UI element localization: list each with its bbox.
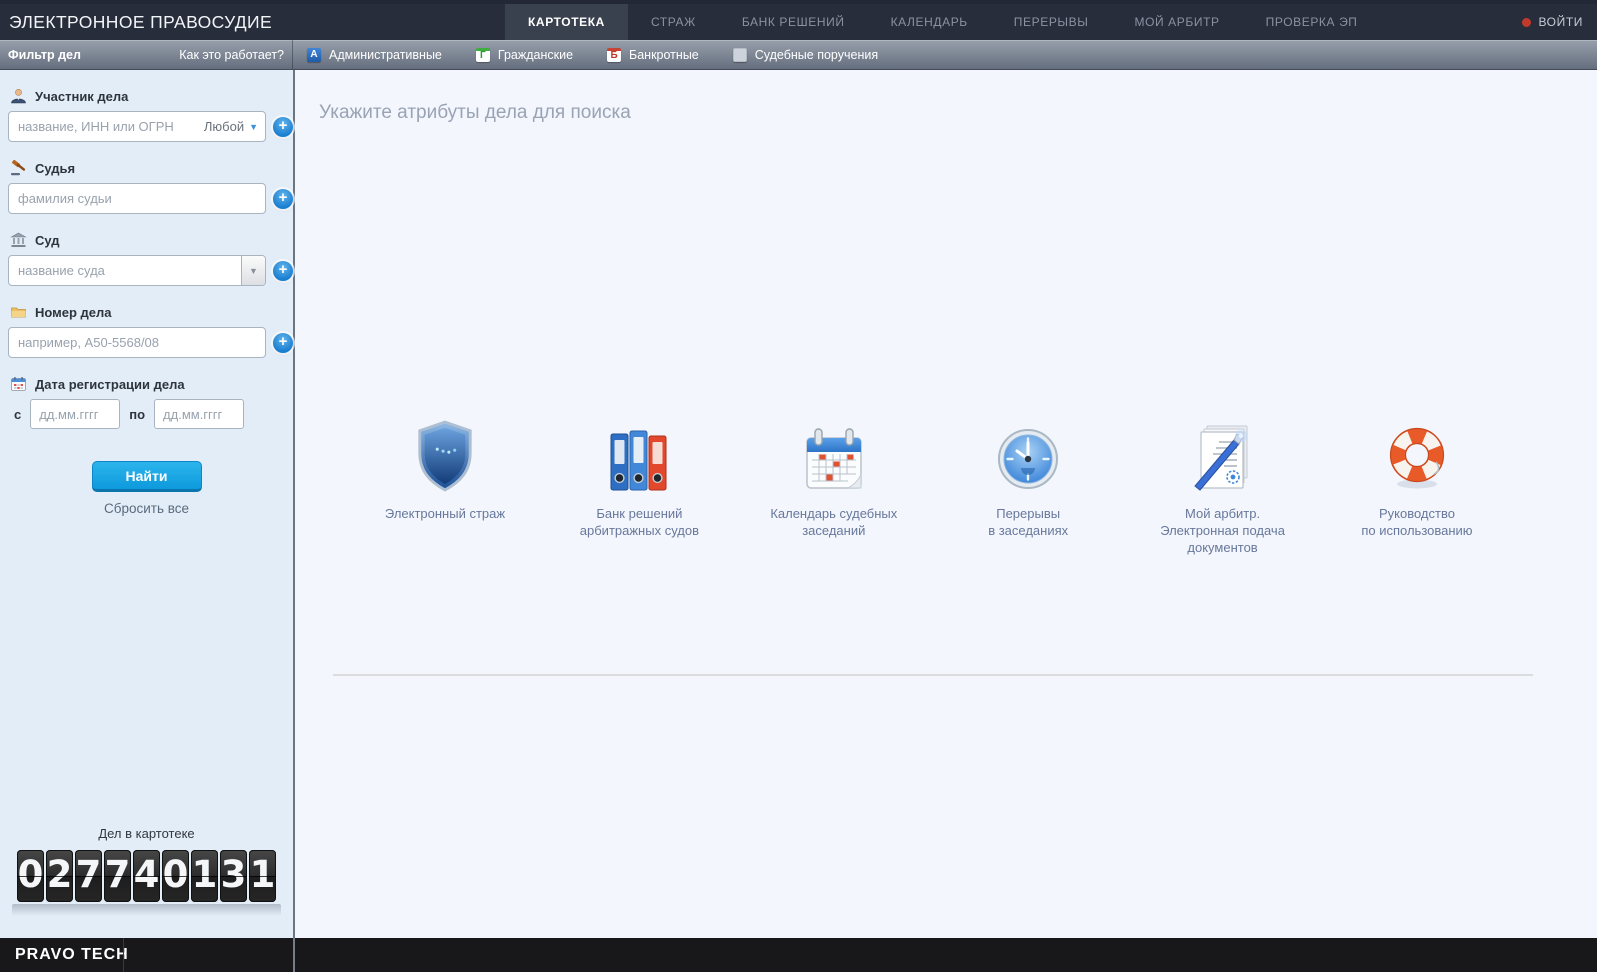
- lifebuoy-icon: [1384, 422, 1450, 492]
- shortcut-label: Банк решений арбитражных судов: [579, 506, 699, 539]
- binders-icon: [608, 422, 670, 492]
- case-counter-label: Дел в картотеке: [98, 826, 195, 841]
- counter-digit: 4: [133, 850, 160, 902]
- shortcut-hearings-calendar[interactable]: Календарь судебных заседаний: [744, 422, 924, 556]
- calendar-icon: [802, 422, 866, 492]
- filter-civil-label: Гражданские: [497, 47, 574, 62]
- add-judge-button[interactable]: +: [273, 188, 293, 209]
- case-number-input[interactable]: [8, 327, 266, 358]
- filter-bankruptcy-label: Банкротные: [629, 47, 699, 62]
- civil-badge-icon: Г: [475, 47, 490, 62]
- tab-kartoteka[interactable]: КАРТОТЕКА: [505, 4, 628, 40]
- shield-icon: [414, 420, 476, 492]
- login-status-dot: [1522, 17, 1532, 27]
- how-it-works-link[interactable]: Как это работает?: [179, 48, 284, 62]
- tab-bank-resheniy[interactable]: БАНК РЕШЕНИЙ: [719, 4, 868, 40]
- reset-all-link[interactable]: Сбросить все: [0, 501, 293, 516]
- case-number-field-label: Номер дела: [0, 296, 293, 327]
- login-button[interactable]: ВОЙТИ: [1538, 15, 1583, 29]
- top-navigation-bar: ЭЛЕКТРОННОЕ ПРАВОСУДИЕ КАРТОТЕКА СТРАЖ Б…: [0, 0, 1597, 40]
- filter-bar-left: Фильтр дел Как это работает?: [0, 40, 293, 69]
- counter-digit: 2: [46, 850, 73, 902]
- shortcut-user-guide[interactable]: Руководство по использованию: [1327, 422, 1507, 556]
- tab-kalendar[interactable]: КАЛЕНДАРЬ: [868, 4, 991, 40]
- filter-administrative[interactable]: А Административные: [307, 47, 442, 62]
- judge-gavel-icon: [11, 160, 26, 176]
- main-content: Укажите атрибуты дела для поиска Электро…: [295, 70, 1597, 938]
- filter-bar: Фильтр дел Как это работает? А Администр…: [0, 40, 1597, 70]
- case-folder-icon: [11, 307, 26, 318]
- participant-field-label: Участник дела: [0, 80, 293, 111]
- date-from-label: с: [14, 406, 22, 422]
- chevron-down-icon: ▼: [249, 121, 258, 132]
- counter-digit: 0: [17, 850, 44, 902]
- court-input[interactable]: [8, 255, 266, 286]
- counter-digit: 1: [191, 850, 218, 902]
- service-shortcuts: Электронный страж Банк решений арбитражн…: [295, 420, 1597, 556]
- counter-digit: 1: [249, 850, 276, 902]
- counter-digit: 7: [75, 850, 102, 902]
- court-dropdown-button[interactable]: ▼: [241, 256, 265, 285]
- courthouse-icon: [10, 232, 27, 247]
- court-orders-badge-icon: [732, 47, 747, 62]
- footer-bar: PRAVO TECH: [0, 938, 1597, 972]
- filter-court-orders-label: Судебные поручения: [754, 47, 879, 62]
- case-counter: 027740131: [0, 850, 293, 902]
- participant-type-dropdown[interactable]: Любой ▼: [204, 111, 258, 142]
- content-divider: [333, 674, 1533, 677]
- add-participant-button[interactable]: +: [273, 116, 293, 137]
- clock-icon: [995, 422, 1061, 492]
- document-pen-icon: [1191, 422, 1255, 492]
- tab-strazh[interactable]: СТРАЖ: [628, 4, 719, 40]
- footer-divider: [123, 938, 124, 972]
- shortcut-electronic-guard[interactable]: Электронный страж: [355, 420, 535, 556]
- footer-divider: [293, 938, 295, 972]
- login-area[interactable]: ВОЙТИ: [1522, 4, 1597, 40]
- tab-proverka-ep[interactable]: ПРОВЕРКА ЭП: [1243, 4, 1381, 40]
- reg-date-field-label: Дата регистрации дела: [0, 368, 293, 399]
- court-field-label: Суд: [0, 224, 293, 255]
- participant-icon: [11, 89, 26, 104]
- pravo-tech-logo: PRAVO TECH: [15, 946, 129, 963]
- counter-digit: 0: [162, 850, 189, 902]
- add-court-button[interactable]: +: [273, 260, 293, 281]
- case-filter-sidebar: Участник дела Любой ▼ + Судья: [0, 70, 295, 938]
- shortcut-label: Календарь судебных заседаний: [770, 506, 898, 539]
- case-counter-block: Дел в картотеке 027740131: [0, 826, 293, 938]
- shortcut-hearing-breaks[interactable]: Перерывы в заседаниях: [938, 422, 1118, 556]
- filter-bankruptcy[interactable]: Б Банкротные: [607, 47, 699, 62]
- date-from-input[interactable]: [30, 399, 121, 429]
- shortcut-label: Мой арбитр. Электронная подача документо…: [1160, 506, 1285, 556]
- shortcut-label: Руководство по использованию: [1361, 506, 1473, 539]
- nav-tabs: КАРТОТЕКА СТРАЖ БАНК РЕШЕНИЙ КАЛЕНДАРЬ П…: [505, 4, 1381, 40]
- calendar-small-icon: [11, 377, 26, 391]
- app-title: ЭЛЕКТРОННОЕ ПРАВОСУДИЕ: [9, 11, 273, 32]
- filter-title: Фильтр дел: [8, 47, 81, 62]
- shortcut-my-arbitr-filing[interactable]: Мой арбитр. Электронная подача документо…: [1133, 422, 1313, 556]
- bankruptcy-badge-icon: Б: [607, 47, 622, 62]
- shortcut-decisions-bank[interactable]: Банк решений арбитражных судов: [549, 422, 729, 556]
- filter-administrative-label: Административные: [329, 47, 442, 62]
- administrative-badge-icon: А: [307, 47, 321, 62]
- filter-court-orders[interactable]: Судебные поручения: [732, 47, 879, 62]
- judge-field-label: Судья: [0, 152, 293, 183]
- shortcut-label: Перерывы в заседаниях: [988, 506, 1069, 539]
- counter-reflection: [12, 904, 281, 916]
- filter-civil[interactable]: Г Гражданские: [475, 47, 574, 62]
- search-hint-title: Укажите атрибуты дела для поиска: [319, 102, 631, 123]
- counter-digit: 3: [220, 850, 247, 902]
- case-category-filters: А Административные Г Гражданские Б Банкр…: [293, 47, 879, 62]
- counter-digit: 7: [104, 850, 131, 902]
- date-to-label: по: [129, 406, 146, 422]
- add-case-number-button[interactable]: +: [273, 332, 293, 353]
- search-button[interactable]: Найти: [91, 461, 202, 492]
- tab-moy-arbitr[interactable]: МОЙ АРБИТР: [1111, 4, 1242, 40]
- shortcut-label: Электронный страж: [384, 506, 506, 521]
- tab-pereryvy[interactable]: ПЕРЕРЫВЫ: [991, 4, 1112, 40]
- judge-input[interactable]: [8, 183, 266, 214]
- app-window: ЭЛЕКТРОННОЕ ПРАВОСУДИЕ КАРТОТЕКА СТРАЖ Б…: [0, 0, 1597, 972]
- date-to-input[interactable]: [154, 399, 245, 429]
